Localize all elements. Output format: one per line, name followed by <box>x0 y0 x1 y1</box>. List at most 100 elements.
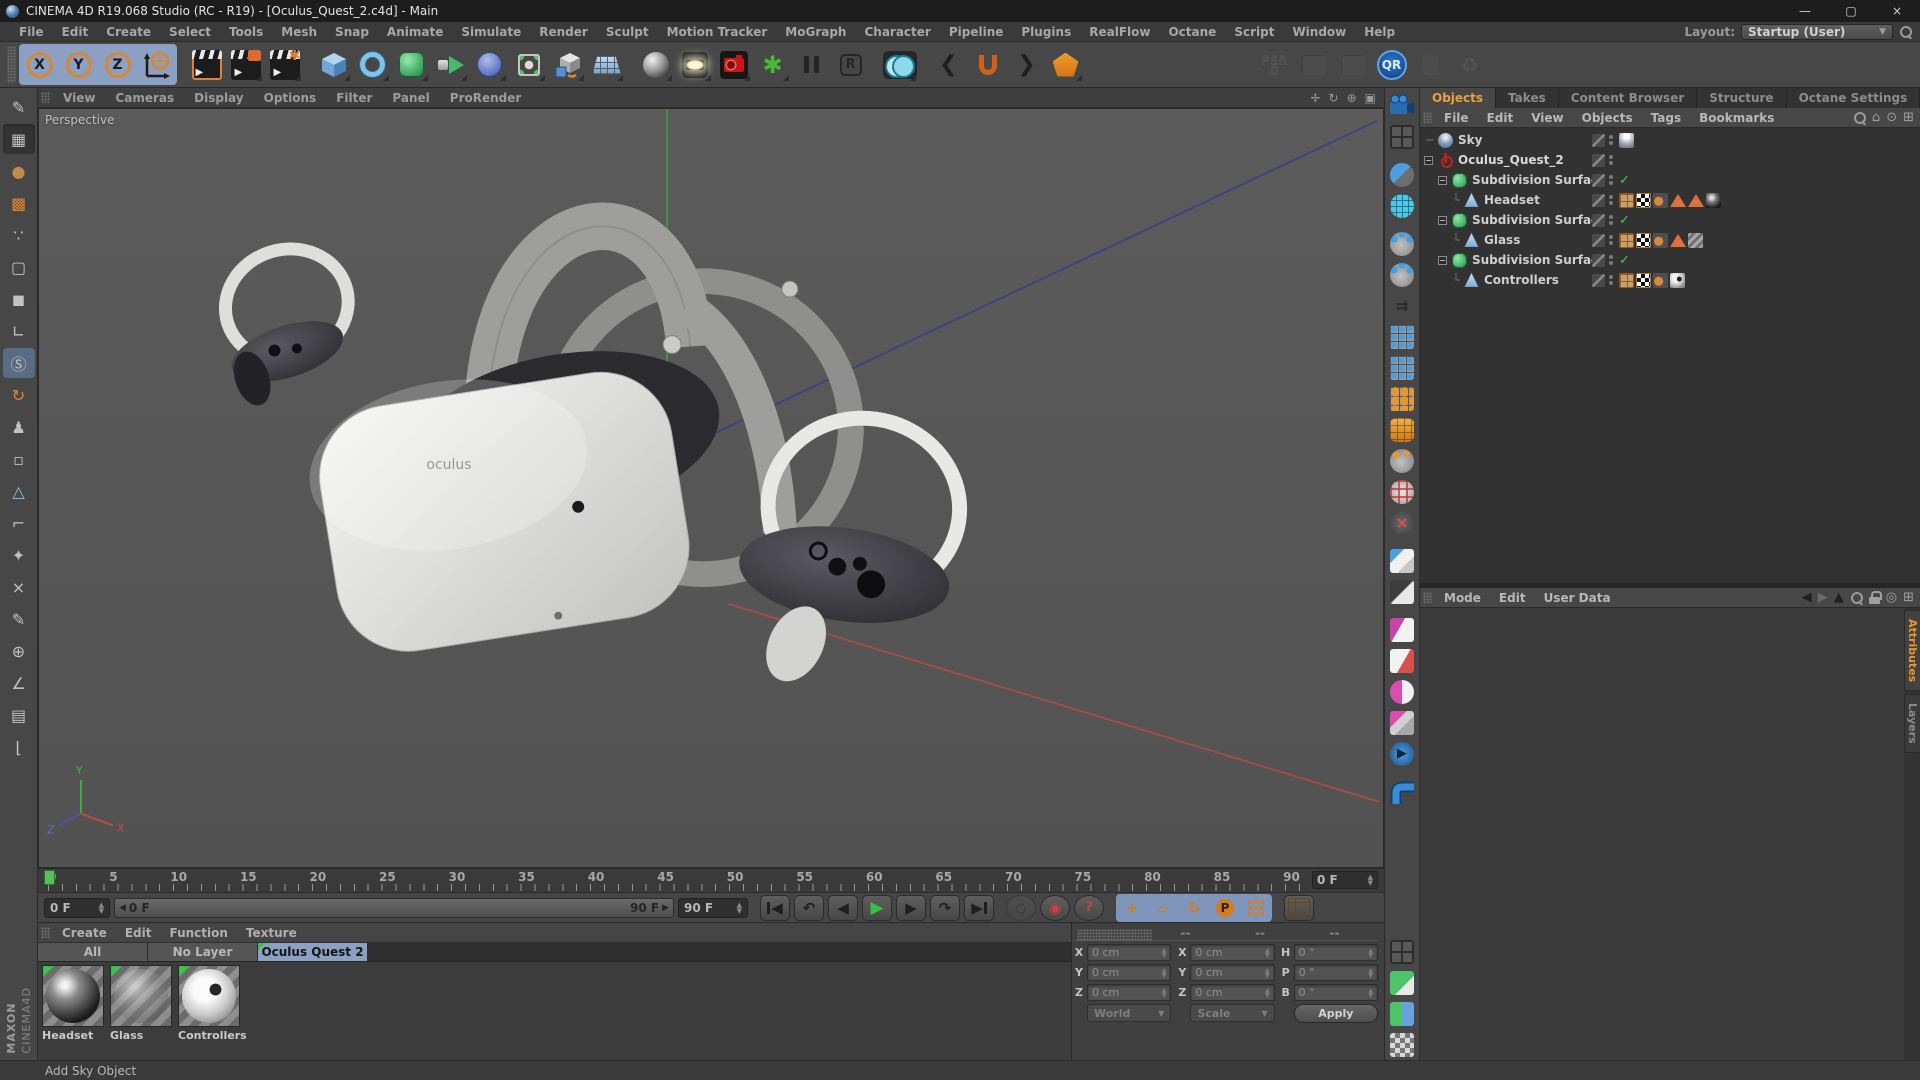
tab-takes[interactable]: Takes <box>1496 88 1559 108</box>
lock-x-button[interactable]: X <box>21 46 58 83</box>
nav-back-button[interactable]: ❮ <box>930 46 967 83</box>
goto-start-button[interactable]: ◀ <box>760 895 790 921</box>
material-menu-edit[interactable]: Edit <box>116 926 161 940</box>
delete-tool-button[interactable]: × <box>3 572 35 602</box>
menu-window[interactable]: Window <box>1283 25 1355 39</box>
om-menu-edit[interactable]: Edit <box>1478 111 1523 125</box>
boolean-button[interactable] <box>881 46 918 83</box>
viewport-menu-options[interactable]: Options <box>254 91 327 105</box>
tab-structure[interactable]: Structure <box>1697 88 1786 108</box>
material-menu-texture[interactable]: Texture <box>237 926 306 940</box>
drag-handle[interactable] <box>7 46 16 83</box>
lock-icon[interactable] <box>1869 591 1880 604</box>
visibility-dots[interactable] <box>1609 275 1613 285</box>
rotate-workplane-button[interactable]: ↻ <box>3 380 35 410</box>
viewport-menu-panel[interactable]: Panel <box>382 91 439 105</box>
sphere-points-alt-button[interactable] <box>1387 260 1417 289</box>
visibility-dots[interactable] <box>1609 255 1613 265</box>
interactive-render-button[interactable]: R <box>832 46 869 83</box>
render-settings-button[interactable]: ✱ <box>266 46 303 83</box>
menu-help[interactable]: Help <box>1355 25 1404 39</box>
sphere-orange-points-button[interactable] <box>1387 446 1417 475</box>
layer-toggle[interactable] <box>1592 234 1605 247</box>
material-tag-icon[interactable] <box>1670 273 1685 288</box>
attribute-manager-body[interactable] <box>1420 608 1920 1060</box>
play-button[interactable]: ▶ <box>862 895 892 921</box>
tab-layers[interactable]: Layers <box>1904 694 1920 753</box>
model-mode-button[interactable]: ▦ <box>3 124 35 154</box>
drag-handle[interactable] <box>1423 112 1432 123</box>
om-menu-bookmarks[interactable]: Bookmarks <box>1690 111 1783 125</box>
add-sweep-button[interactable] <box>432 46 469 83</box>
measure-tool-button[interactable]: ∠ <box>3 668 35 698</box>
key-position-button[interactable]: + <box>1117 895 1147 921</box>
cube-array-button[interactable] <box>1387 708 1417 737</box>
drag-handle[interactable] <box>1077 929 1152 941</box>
render-picture-viewer-button[interactable] <box>227 46 264 83</box>
home-icon[interactable]: ⌂ <box>1872 110 1880 125</box>
viewport-menu-view[interactable]: View <box>53 91 105 105</box>
close-button[interactable]: × <box>1874 0 1920 22</box>
visibility-dots[interactable] <box>1609 195 1613 205</box>
add-subdivision-surface-button[interactable] <box>393 46 430 83</box>
cube-toggle-button[interactable] <box>1387 577 1417 606</box>
lock-y-button[interactable]: Y <box>60 46 97 83</box>
size-x-field[interactable]: 0 cm▲▼ <box>1190 944 1274 961</box>
layer-tab-all[interactable]: All <box>38 943 148 961</box>
add-panel-icon[interactable]: ⊞ <box>1903 590 1914 605</box>
viewport-menu-prorender[interactable]: ProRender <box>440 91 532 105</box>
frame-spinner[interactable]: 0 F ▲▼ <box>44 898 110 918</box>
tree-row-oculus-quest-2[interactable]: −Oculus_Quest_2 <box>1420 150 1920 170</box>
am-menu-user-data[interactable]: User Data <box>1535 591 1620 605</box>
sphere-checker-button[interactable] <box>1387 191 1417 220</box>
menu-render[interactable]: Render <box>530 25 597 39</box>
size-y-field[interactable]: 0 cm▲▼ <box>1190 964 1274 981</box>
phong-tag-icon[interactable] <box>1653 233 1668 248</box>
tree-row-glass[interactable]: └Glass <box>1420 230 1920 250</box>
enable-axis-button[interactable]: ∟ <box>3 316 35 346</box>
tab-octane-settings[interactable]: Octane Settings <box>1787 88 1920 108</box>
om-menu-file[interactable]: File <box>1435 111 1478 125</box>
reset-cylinder-button[interactable] <box>1412 46 1449 83</box>
menu-select[interactable]: Select <box>160 25 220 39</box>
drag-handle[interactable] <box>41 92 50 103</box>
size-mode-dropdown[interactable]: Scale▼ <box>1190 1004 1274 1022</box>
render-camera-button[interactable] <box>1387 91 1417 120</box>
toggle-view-icon[interactable]: ▣ <box>1365 91 1376 105</box>
layer-toggle[interactable] <box>1592 154 1605 167</box>
workplane-mode-button[interactable]: ▩ <box>3 188 35 218</box>
prev-key-button[interactable]: ↶ <box>794 895 824 921</box>
workplane-green-button[interactable] <box>1387 968 1417 997</box>
layer-toggle[interactable] <box>1592 194 1605 207</box>
add-material-button[interactable] <box>637 46 674 83</box>
goto-end-button[interactable]: ▶ <box>964 895 994 921</box>
corner-tool-button[interactable]: ⌐ <box>3 508 35 538</box>
apply-button[interactable]: Apply <box>1294 1004 1378 1023</box>
pen-tool-button[interactable]: ✎ <box>3 604 35 634</box>
add-environment-button[interactable]: ✱ <box>754 46 791 83</box>
parent-up-icon[interactable]: ▲ <box>1834 590 1844 605</box>
sky-tag-icon[interactable] <box>1619 133 1634 148</box>
visibility-dots[interactable] <box>1609 235 1613 245</box>
keyframe-selection-button[interactable] <box>1284 895 1314 921</box>
texture-tag-icon[interactable] <box>1636 233 1651 248</box>
tree-row-subdivision-surface-2[interactable]: −Subdivision Surface ✓ <box>1420 210 1920 230</box>
drop-to-floor-button[interactable] <box>1295 46 1332 83</box>
menu-octane[interactable]: Octane <box>1159 25 1225 39</box>
menu-character[interactable]: Character <box>855 25 939 39</box>
tab-objects[interactable]: Objects <box>1420 88 1496 108</box>
expand-toggle[interactable]: − <box>1424 156 1433 165</box>
camera-grid-button[interactable] <box>1387 122 1417 151</box>
layer-tab-no-layer[interactable]: No Layer <box>148 943 258 961</box>
enabled-check-icon[interactable]: ✓ <box>1619 173 1630 188</box>
make-editable-button[interactable]: ✎ <box>3 92 35 122</box>
key-parameter-button[interactable]: P <box>1210 895 1240 921</box>
om-menu-objects[interactable]: Objects <box>1573 111 1642 125</box>
phong-tag-icon[interactable] <box>1653 193 1668 208</box>
key-pla-button[interactable] <box>1241 895 1271 921</box>
expand-toggle[interactable]: − <box>1438 176 1447 185</box>
brush-tool-button[interactable]: ✦ <box>3 540 35 570</box>
layer-toggle[interactable] <box>1592 174 1605 187</box>
menu-file[interactable]: File <box>10 25 53 39</box>
material-thumbnail[interactable] <box>110 965 172 1027</box>
